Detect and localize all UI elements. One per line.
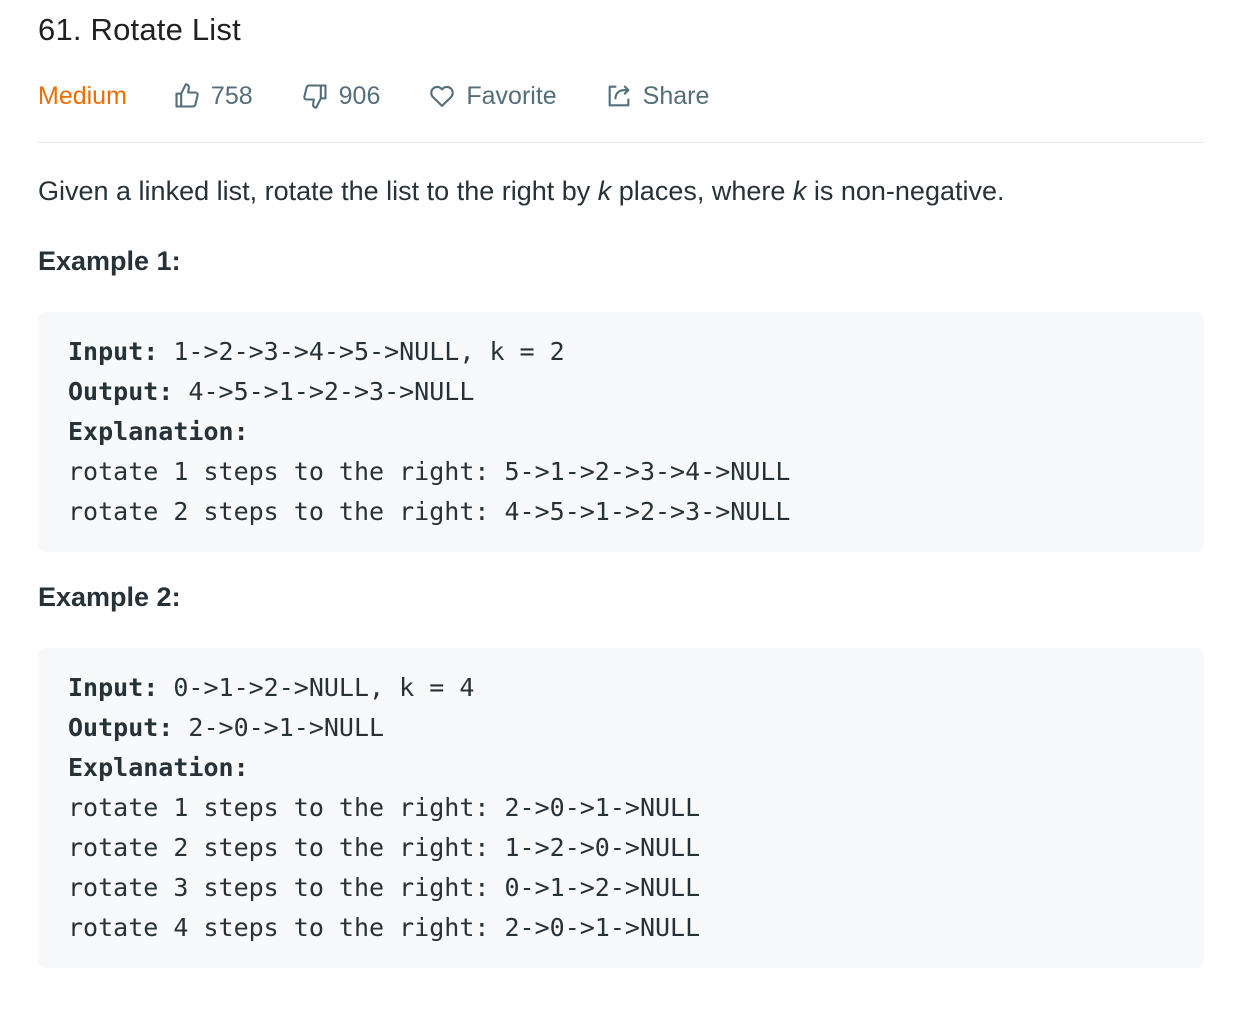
problem-description: Given a linked list, rotate the list to … [38, 176, 1005, 207]
output-label: Output: [68, 713, 174, 742]
favorite-label: Favorite [466, 81, 557, 110]
explanation-step: rotate 1 steps to the right: 5->1->2->3-… [68, 457, 791, 486]
share-icon [608, 85, 630, 107]
example-heading: Example 2: [38, 582, 181, 612]
example-output-line: Output: 4->5->1->2->3->NULL [68, 372, 1174, 412]
description-text: is non-negative. [806, 176, 1005, 206]
thumbs-down-icon [302, 84, 327, 109]
example-explanation-label: Explanation: [68, 412, 1174, 452]
share-button[interactable]: Share [605, 81, 710, 111]
example-heading: Example 1: [38, 246, 181, 276]
description-text: Given a linked list, rotate the list to … [38, 176, 598, 206]
output-value: 4->5->1->2->3->NULL [173, 377, 475, 406]
thumbs-up-icon [175, 83, 199, 108]
explanation-step: rotate 2 steps to the right: 4->5->1->2-… [68, 497, 791, 526]
example-code-block: Input: 0->1->2->NULL, k = 4 Output: 2->0… [38, 648, 1204, 968]
output-value: 2->0->1->NULL [173, 713, 385, 742]
input-label: Input: [68, 673, 159, 702]
likes-count: 758 [210, 81, 253, 110]
example-output-line: Output: 2->0->1->NULL [68, 708, 1174, 748]
dislikes-count: 906 [338, 81, 381, 110]
example-input-line: Input: 1->2->3->4->5->NULL, k = 2 [68, 332, 1174, 372]
problem-title: 61. Rotate List [38, 12, 241, 47]
dislike-button[interactable]: 906 [301, 81, 381, 111]
description-text: places, where [611, 176, 793, 206]
example-explanation-label: Explanation: [68, 748, 1174, 788]
explanation-step: rotate 2 steps to the right: 1->2->0->NU… [68, 833, 701, 862]
explanation-label: Explanation: [68, 753, 249, 782]
explanation-label: Explanation: [68, 417, 249, 446]
like-button[interactable]: 758 [173, 82, 253, 111]
share-label: Share [642, 81, 710, 110]
example-input-line: Input: 0->1->2->NULL, k = 4 [68, 668, 1174, 708]
description-variable: k [597, 176, 612, 206]
explanation-step: rotate 1 steps to the right: 2->0->1->NU… [68, 793, 701, 822]
heart-icon [430, 85, 455, 107]
input-value: 0->1->2->NULL, k = 4 [158, 673, 475, 702]
problem-meta-bar: Medium 758 906 Favorite Share [38, 78, 709, 114]
header-divider [38, 142, 1204, 143]
favorite-button[interactable]: Favorite [428, 81, 557, 111]
explanation-step: rotate 3 steps to the right: 0->1->2->NU… [68, 873, 701, 902]
explanation-step: rotate 4 steps to the right: 2->0->1->NU… [68, 913, 701, 942]
input-label: Input: [68, 337, 159, 366]
description-variable: k [792, 176, 807, 206]
difficulty-label: Medium [38, 81, 127, 110]
output-label: Output: [68, 377, 174, 406]
input-value: 1->2->3->4->5->NULL, k = 2 [158, 337, 565, 366]
example-code-block: Input: 1->2->3->4->5->NULL, k = 2 Output… [38, 312, 1204, 552]
